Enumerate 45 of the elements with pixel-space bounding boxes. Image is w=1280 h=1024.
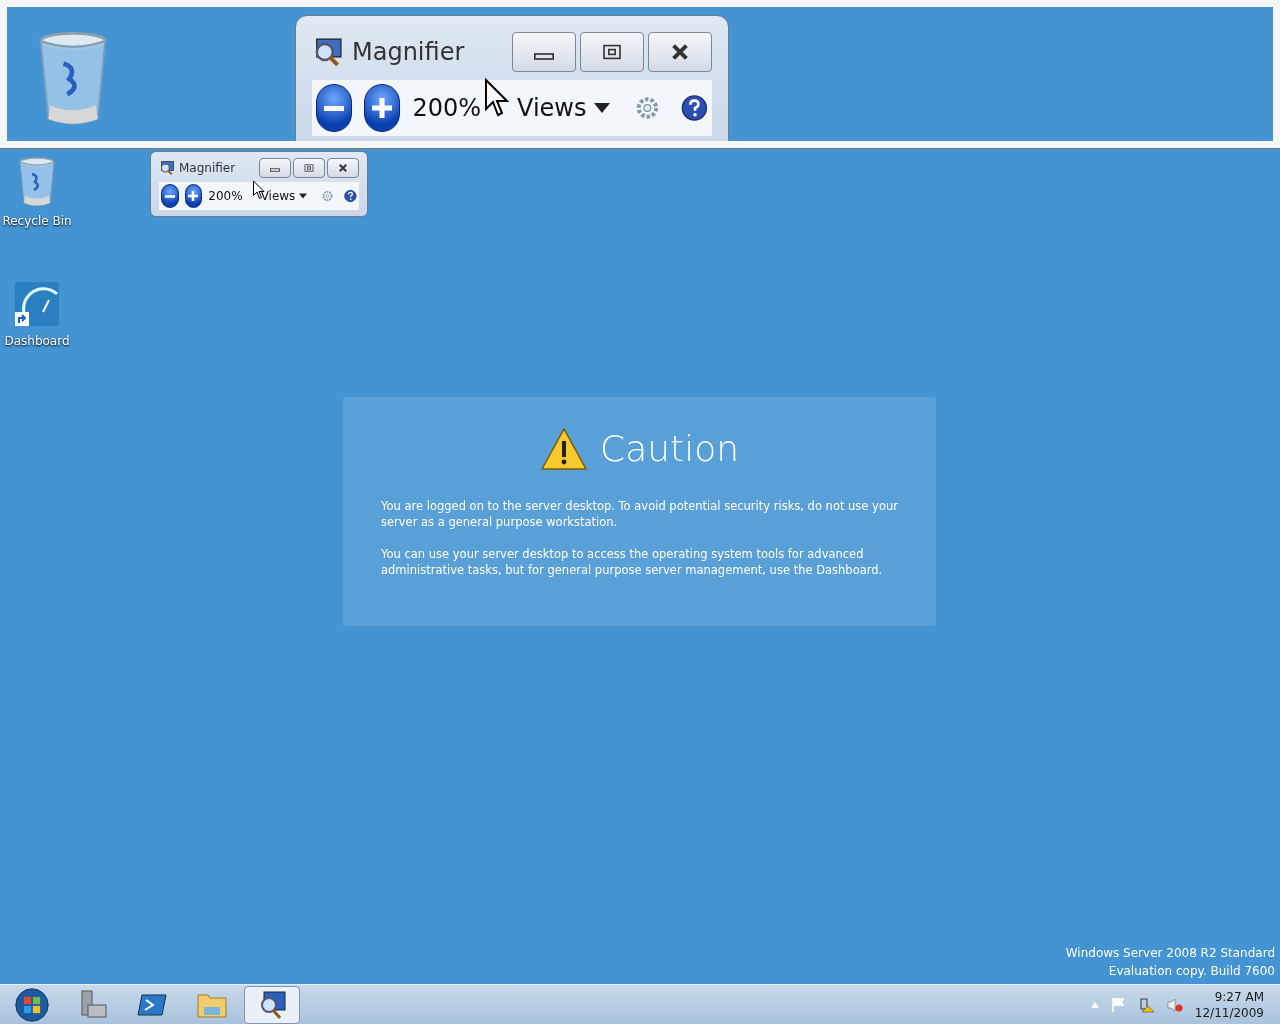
caution-paragraph: You can use your server desktop to access the operating system tools for advanced administrative tasks, but for general purpose server management, use the Dashboard. bbox=[381, 546, 884, 578]
recycle-bin-icon bbox=[17, 156, 57, 208]
minimize-icon bbox=[270, 168, 280, 172]
edition-notice: Windows Server 2008 R2 Standard bbox=[1065, 945, 1275, 962]
window-title: Magnifier bbox=[179, 160, 236, 177]
plus-icon bbox=[188, 191, 199, 201]
plus-icon bbox=[372, 98, 393, 118]
maximize-icon bbox=[304, 164, 314, 172]
clock-date: 12/11/2009 bbox=[1194, 1004, 1264, 1021]
close-icon bbox=[338, 164, 348, 172]
close-button[interactable] bbox=[648, 32, 712, 72]
minimize-button[interactable] bbox=[512, 32, 576, 72]
maximize-icon bbox=[602, 44, 622, 60]
clock[interactable]: 9:27 AM 12/11/2009 bbox=[1194, 988, 1264, 1021]
caret-icon bbox=[594, 103, 611, 113]
close-button[interactable] bbox=[327, 158, 359, 178]
minus-icon bbox=[164, 194, 175, 198]
caret-icon bbox=[299, 193, 308, 199]
window-title: Magnifier bbox=[352, 37, 465, 68]
minimize-button[interactable] bbox=[259, 158, 291, 178]
shortcut-label: Dashboard bbox=[4, 333, 70, 350]
minimize-icon bbox=[534, 52, 554, 60]
warning-icon bbox=[540, 427, 588, 471]
zoom-out-button[interactable] bbox=[316, 84, 353, 132]
zoom-level: 200% bbox=[412, 93, 481, 124]
zoom-in-button[interactable] bbox=[364, 84, 401, 132]
minus-icon bbox=[324, 105, 345, 111]
edition-notice: Evaluation copy. Build 7600 bbox=[1108, 963, 1275, 980]
caution-paragraph: You are logged on to the server desktop. To avoid potential security risks, do not use your server as a general purpose workstation. bbox=[381, 498, 898, 530]
close-icon bbox=[670, 44, 690, 60]
taskbar-button[interactable] bbox=[244, 985, 300, 1024]
shortcut-label: Recycle Bin bbox=[2, 213, 72, 230]
dashboard-gauge-icon bbox=[13, 280, 61, 328]
help-icon[interactable] bbox=[344, 187, 357, 205]
zoom-out-button[interactable] bbox=[161, 184, 179, 208]
maximize-button[interactable] bbox=[580, 32, 644, 72]
network-warning-icon[interactable] bbox=[1138, 996, 1155, 1013]
clock-time: 9:27 AM bbox=[1214, 988, 1264, 1005]
zoom-level: 200% bbox=[208, 188, 243, 205]
speaker-muted-icon[interactable] bbox=[1166, 996, 1183, 1013]
views-button[interactable]: Views bbox=[517, 90, 611, 126]
zoom-in-button[interactable] bbox=[184, 184, 203, 208]
start-orb-icon bbox=[14, 986, 50, 1023]
caution-title: Caution bbox=[600, 427, 739, 471]
magnifier-app-icon bbox=[159, 160, 175, 176]
